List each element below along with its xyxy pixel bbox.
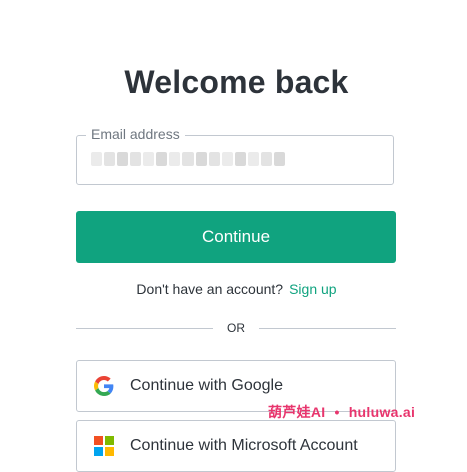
or-divider: OR — [76, 320, 396, 336]
watermark-brand: 葫芦娃AI — [268, 404, 326, 420]
watermark-site: huluwa.ai — [348, 404, 416, 420]
continue-with-microsoft-button[interactable]: Continue with Microsoft Account — [76, 420, 396, 472]
signup-link[interactable]: Sign up — [289, 281, 336, 297]
google-button-label: Continue with Google — [130, 377, 283, 394]
continue-button[interactable]: Continue — [76, 211, 396, 263]
signup-prompt: Don't have an account? — [136, 281, 284, 297]
google-icon — [94, 376, 114, 396]
email-input[interactable] — [77, 136, 393, 184]
microsoft-icon — [94, 436, 114, 456]
email-field[interactable]: Email address — [76, 126, 394, 185]
divider-line-left — [76, 327, 213, 329]
watermark: 葫芦娃AI • huluwa.ai — [268, 402, 415, 422]
watermark-separator: • — [334, 404, 340, 420]
divider-line-right — [259, 327, 396, 329]
microsoft-button-label: Continue with Microsoft Account — [130, 437, 358, 454]
divider-label: OR — [227, 321, 245, 335]
page-title: Welcome back — [124, 64, 349, 100]
signup-row: Don't have an account? Sign up — [0, 281, 467, 297]
